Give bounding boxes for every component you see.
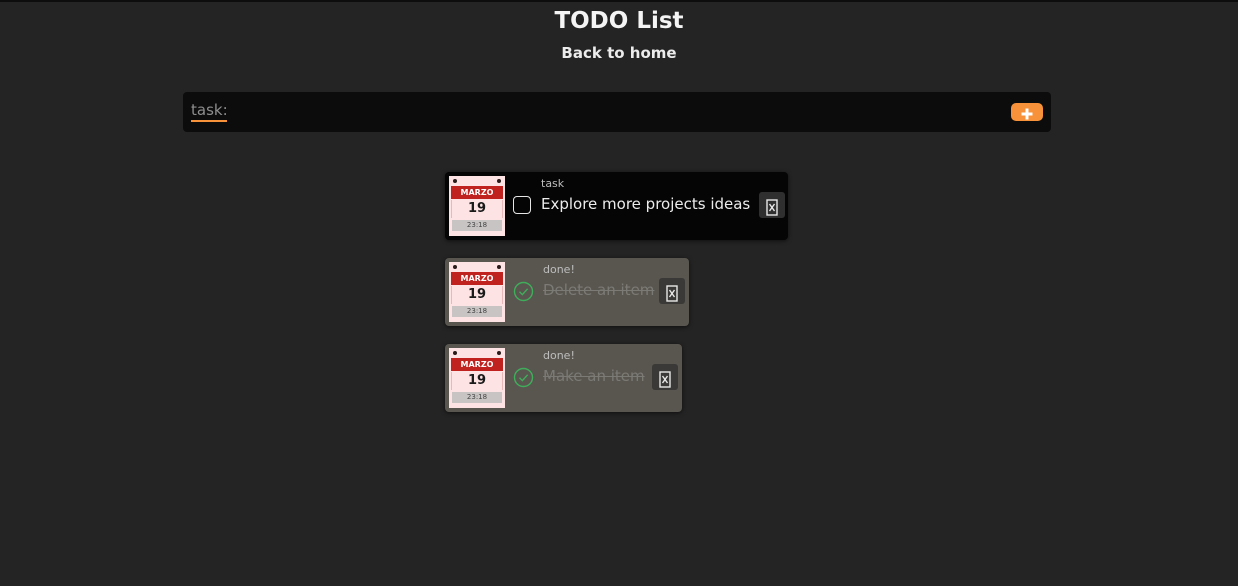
calendar-icon: MARZO 19 23:18 (449, 348, 505, 408)
calendar-ring (497, 351, 501, 355)
calendar-time: 23:18 (452, 392, 502, 403)
delete-button[interactable] (652, 364, 678, 390)
task-input[interactable] (191, 99, 971, 121)
calendar-time: 23:18 (452, 220, 502, 231)
calendar-ring (453, 351, 457, 355)
calendar-ring (453, 179, 457, 183)
add-task-button[interactable] (1011, 103, 1043, 121)
todo-checkbox[interactable] (513, 196, 531, 214)
calendar-day: 19 (451, 286, 503, 304)
todo-status: task (541, 177, 565, 190)
calendar-icon: MARZO 19 23:18 (449, 262, 505, 322)
plus-icon (1021, 108, 1033, 119)
calendar-ring (497, 265, 501, 269)
calendar-month: MARZO (451, 358, 503, 371)
check-circle-icon[interactable] (513, 367, 534, 388)
calendar-day: 19 (451, 372, 503, 390)
todo-status: done! (543, 263, 575, 276)
todo-item: MARZO 19 23:18 done! Make an item (445, 344, 682, 412)
delete-icon (659, 370, 671, 388)
calendar-month: MARZO (451, 186, 503, 199)
calendar-month: MARZO (451, 272, 503, 285)
todo-page: TODO List Back to home MARZO 19 23:18 ta… (0, 0, 1238, 586)
back-to-home-link[interactable]: Back to home (0, 44, 1238, 62)
input-underline (191, 120, 227, 122)
todo-text: Explore more projects ideas (541, 195, 751, 213)
delete-button[interactable] (659, 278, 685, 304)
task-form (183, 92, 1051, 132)
delete-icon (766, 198, 778, 216)
todo-text: Delete an item (543, 281, 655, 299)
check-circle-icon[interactable] (513, 281, 534, 302)
calendar-time: 23:18 (452, 306, 502, 317)
page-title: TODO List (554, 8, 684, 34)
todo-text: Make an item (543, 367, 645, 385)
delete-button[interactable] (759, 192, 785, 218)
todo-item: MARZO 19 23:18 done! Delete an item (445, 258, 689, 326)
calendar-ring (453, 265, 457, 269)
calendar-ring (497, 179, 501, 183)
todo-status: done! (543, 349, 575, 362)
calendar-day: 19 (451, 200, 503, 218)
calendar-icon: MARZO 19 23:18 (449, 176, 505, 236)
delete-icon (666, 284, 678, 302)
todo-item: MARZO 19 23:18 task Explore more project… (445, 172, 788, 240)
